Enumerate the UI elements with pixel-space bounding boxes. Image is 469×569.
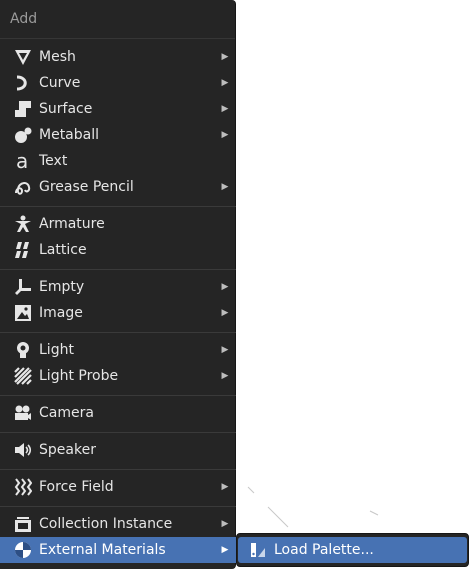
menu-item-label: Surface (39, 101, 93, 117)
grease-pencil-icon (9, 174, 37, 200)
menu-item-label: Light Probe (39, 368, 119, 384)
menu-item-label: External Materials (39, 542, 166, 558)
menu-item-label: Speaker (39, 442, 96, 458)
submenu-arrow-icon: ▶ (221, 308, 229, 318)
menu-item-force-field[interactable]: Force Field ▶ (0, 474, 236, 500)
surface-icon (9, 96, 37, 122)
menu-item-label: Metaball (39, 127, 100, 143)
menu-item-label: Grease Pencil (39, 179, 134, 195)
menu-item-mesh[interactable]: Mesh ▶ (0, 44, 236, 70)
menu-item-grease-pencil[interactable]: Grease Pencil ▶ (0, 174, 236, 200)
submenu-arrow-icon: ▶ (221, 182, 229, 192)
menu-item-label: Mesh (39, 49, 76, 65)
light-probe-icon (9, 363, 37, 389)
light-icon (9, 337, 37, 363)
submenu-arrow-icon: ▶ (221, 130, 229, 140)
menu-item-image[interactable]: Image ▶ (0, 300, 236, 326)
menu-separator (0, 395, 236, 396)
metaball-icon (9, 122, 37, 148)
menu-item-label: Collection Instance (39, 516, 173, 532)
menu-item-collection-instance[interactable]: Collection Instance ▶ (0, 511, 236, 537)
submenu-arrow-icon: ▶ (221, 282, 229, 292)
menu-item-load-palette[interactable]: Load Palette... (238, 537, 467, 563)
menu-item-label: Force Field (39, 479, 114, 495)
menu-item-label: Load Palette... (274, 542, 374, 558)
text-icon: a (9, 148, 37, 174)
armature-icon (9, 211, 37, 237)
menu-separator (0, 206, 236, 207)
submenu-arrow-icon: ▶ (221, 52, 229, 62)
menu-item-camera[interactable]: Camera (0, 400, 236, 426)
material-icon (9, 537, 37, 563)
menu-item-label: Text (39, 153, 68, 169)
submenu-arrow-icon: ▶ (221, 371, 229, 381)
menu-item-empty[interactable]: Empty ▶ (0, 274, 236, 300)
menu-separator (0, 332, 236, 333)
menu-item-external-materials[interactable]: External Materials ▶ (0, 537, 236, 563)
lattice-icon (9, 237, 37, 263)
submenu-arrow-icon: ▶ (221, 345, 229, 355)
force-field-icon (9, 474, 37, 500)
menu-item-label: Image (39, 305, 83, 321)
svg-text:a: a (16, 152, 28, 170)
menu-separator (0, 506, 236, 507)
external-materials-submenu: Load Palette... (236, 533, 469, 567)
collection-icon (9, 511, 37, 537)
mesh-icon (9, 44, 37, 70)
menu-item-label: Light (39, 342, 74, 358)
submenu-arrow-icon: ▶ (221, 104, 229, 114)
menu-item-armature[interactable]: Armature (0, 211, 236, 237)
camera-icon (9, 400, 37, 426)
menu-item-label: Camera (39, 405, 94, 421)
menu-title: Add (0, 0, 235, 39)
palette-icon (244, 537, 272, 563)
submenu-arrow-icon: ▶ (221, 78, 229, 88)
submenu-arrow-icon: ▶ (221, 519, 229, 529)
menu-separator (0, 469, 236, 470)
menu-item-label: Empty (39, 279, 85, 295)
menu-item-text[interactable]: a Text (0, 148, 236, 174)
menu-item-label: Curve (39, 75, 81, 91)
menu-item-metaball[interactable]: Metaball ▶ (0, 122, 236, 148)
speaker-icon (9, 437, 37, 463)
empty-icon (9, 274, 37, 300)
submenu-arrow-icon: ▶ (221, 482, 229, 492)
submenu-arrow-icon: ▶ (221, 545, 229, 555)
image-icon (9, 300, 37, 326)
menu-item-surface[interactable]: Surface ▶ (0, 96, 236, 122)
menu-separator (0, 269, 236, 270)
menu-item-light[interactable]: Light ▶ (0, 337, 236, 363)
menu-item-label: Lattice (39, 242, 87, 258)
background-strokes (247, 486, 379, 528)
menu-item-curve[interactable]: Curve ▶ (0, 70, 236, 96)
add-menu: Add Mesh ▶ Curve ▶ Surface ▶ Metaball ▶ … (0, 0, 236, 569)
menu-item-lattice[interactable]: Lattice (0, 237, 236, 263)
curve-icon (9, 70, 37, 96)
menu-item-speaker[interactable]: Speaker (0, 437, 236, 463)
menu-item-label: Armature (39, 216, 105, 232)
menu-separator (0, 432, 236, 433)
menu-item-light-probe[interactable]: Light Probe ▶ (0, 363, 236, 389)
